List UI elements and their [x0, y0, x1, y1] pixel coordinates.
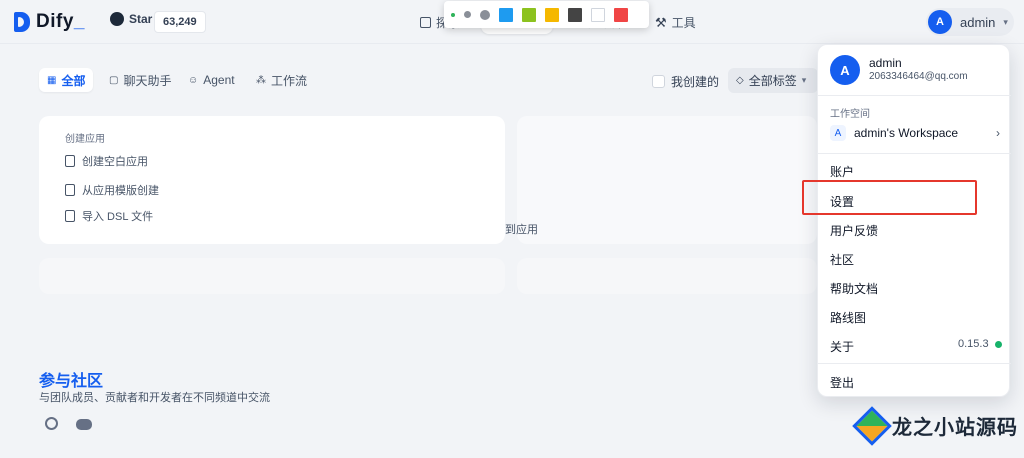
menu-user-email: 2063346464@qq.com — [869, 71, 968, 82]
highlight-box — [802, 180, 977, 215]
workflow-icon: ⁂ — [256, 74, 266, 86]
menu-item-docs[interactable]: 帮助文档 — [830, 280, 878, 297]
tag-filter-dropdown[interactable]: ◇ 全部标签 ▾ — [728, 68, 818, 93]
tag-icon: ◇ — [736, 75, 744, 86]
account-name: admin — [960, 14, 996, 30]
grid-icon: ▦ — [47, 74, 57, 86]
account-dropdown-menu: A admin 2063346464@qq.com 工作空间 A admin's… — [817, 44, 1011, 397]
app-card-placeholder — [39, 258, 505, 294]
pen-size-large[interactable] — [480, 9, 490, 20]
color-swatch-black[interactable] — [568, 7, 582, 22]
logo-name: Dify — [36, 11, 74, 32]
menu-item-roadmap[interactable]: 路线图 — [830, 309, 866, 326]
create-blank-app-button[interactable]: 创建空白应用 — [65, 153, 148, 169]
status-ok-dot-icon — [994, 340, 1002, 348]
template-icon — [65, 184, 75, 196]
menu-item-community[interactable]: 社区 — [830, 251, 854, 268]
version-number: 0.15.3 — [958, 338, 989, 350]
account-button[interactable]: A admin ▾ — [926, 8, 1014, 36]
chevron-down-icon: ▾ — [1003, 16, 1008, 27]
workspace-label: 工作空间 — [830, 109, 870, 120]
create-app-title: 创建应用 — [65, 134, 105, 145]
color-swatch-yellow[interactable] — [545, 7, 559, 22]
workspace-initial: A — [830, 125, 846, 141]
compass-icon — [420, 17, 431, 28]
created-by-me-checkbox[interactable] — [652, 75, 665, 88]
logo-suffix: _ — [73, 11, 85, 32]
workspace-switcher[interactable]: A admin's Workspace › — [830, 125, 1000, 141]
watermark: 龙之小站源码 — [852, 405, 1018, 446]
discord-icon[interactable] — [76, 419, 92, 430]
menu-avatar: A — [830, 55, 860, 85]
agent-icon: ☺ — [188, 74, 199, 86]
github-star-count: 63,249 — [154, 11, 206, 33]
menu-item-feedback[interactable]: 用户反馈 — [830, 222, 878, 239]
create-from-template-button[interactable]: 从应用模版创建 — [65, 182, 159, 198]
workspace-name: admin's Workspace — [854, 126, 959, 140]
created-by-me-filter[interactable]: 我创建的 — [652, 73, 719, 90]
import-dsl-button[interactable]: 导入 DSL 文件 — [65, 208, 153, 224]
version-badge: 0.15.3 — [958, 338, 1002, 350]
watermark-logo-icon — [852, 405, 892, 446]
chat-icon: ▢ — [109, 74, 119, 86]
pen-size-medium[interactable] — [464, 11, 471, 18]
community-subtitle: 与团队成员、贡献者和开发者在不同频道中交流 — [39, 392, 270, 404]
color-swatch-green[interactable] — [522, 7, 536, 22]
menu-item-account[interactable]: 账户 — [830, 163, 854, 180]
file-plus-icon — [65, 155, 75, 167]
account-avatar: A — [928, 10, 952, 34]
community-title: 参与社区 — [39, 373, 104, 390]
color-swatch-white[interactable] — [591, 7, 605, 22]
github-star-button[interactable]: Star — [110, 12, 152, 26]
annotation-color-toolbar — [444, 1, 649, 28]
nav-tab-tools[interactable]: ⚒ 工具 — [655, 14, 696, 31]
chevron-right-icon: › — [996, 126, 1000, 140]
create-app-card: 创建应用 创建空白应用 从应用模版创建 导入 DSL 文件 — [39, 116, 505, 244]
menu-item-about[interactable]: 关于 — [830, 338, 854, 355]
dify-logo-mark-icon — [14, 12, 30, 32]
menu-user-name: admin — [869, 56, 902, 70]
hammer-icon: ⚒ — [655, 14, 667, 30]
dify-logo[interactable]: Dify_ — [14, 11, 85, 33]
filter-tab-workflow[interactable]: ⁂ 工作流 — [248, 68, 315, 92]
color-swatch-blue[interactable] — [499, 7, 513, 22]
github-icon — [110, 12, 124, 26]
github-icon[interactable] — [45, 417, 58, 430]
file-import-icon — [65, 210, 75, 222]
menu-divider — [818, 363, 1011, 364]
menu-divider — [818, 153, 1011, 154]
github-star-label: Star — [129, 12, 153, 26]
app-card-placeholder — [517, 116, 817, 244]
chevron-down-icon: ▾ — [801, 75, 807, 85]
app-card-placeholder — [517, 258, 817, 294]
drop-dsl-hint: 到应用 — [505, 224, 538, 236]
filter-tab-chat[interactable]: ▢ 聊天助手 — [101, 68, 179, 92]
menu-divider — [818, 95, 1011, 96]
pen-size-small[interactable] — [451, 12, 455, 17]
watermark-text: 龙之小站源码 — [892, 417, 1018, 439]
filter-tab-all[interactable]: ▦ 全部 — [39, 68, 94, 92]
color-swatch-red[interactable] — [614, 7, 628, 22]
menu-item-logout[interactable]: 登出 — [830, 374, 854, 391]
filter-tab-agent[interactable]: ☺ Agent — [180, 68, 243, 92]
